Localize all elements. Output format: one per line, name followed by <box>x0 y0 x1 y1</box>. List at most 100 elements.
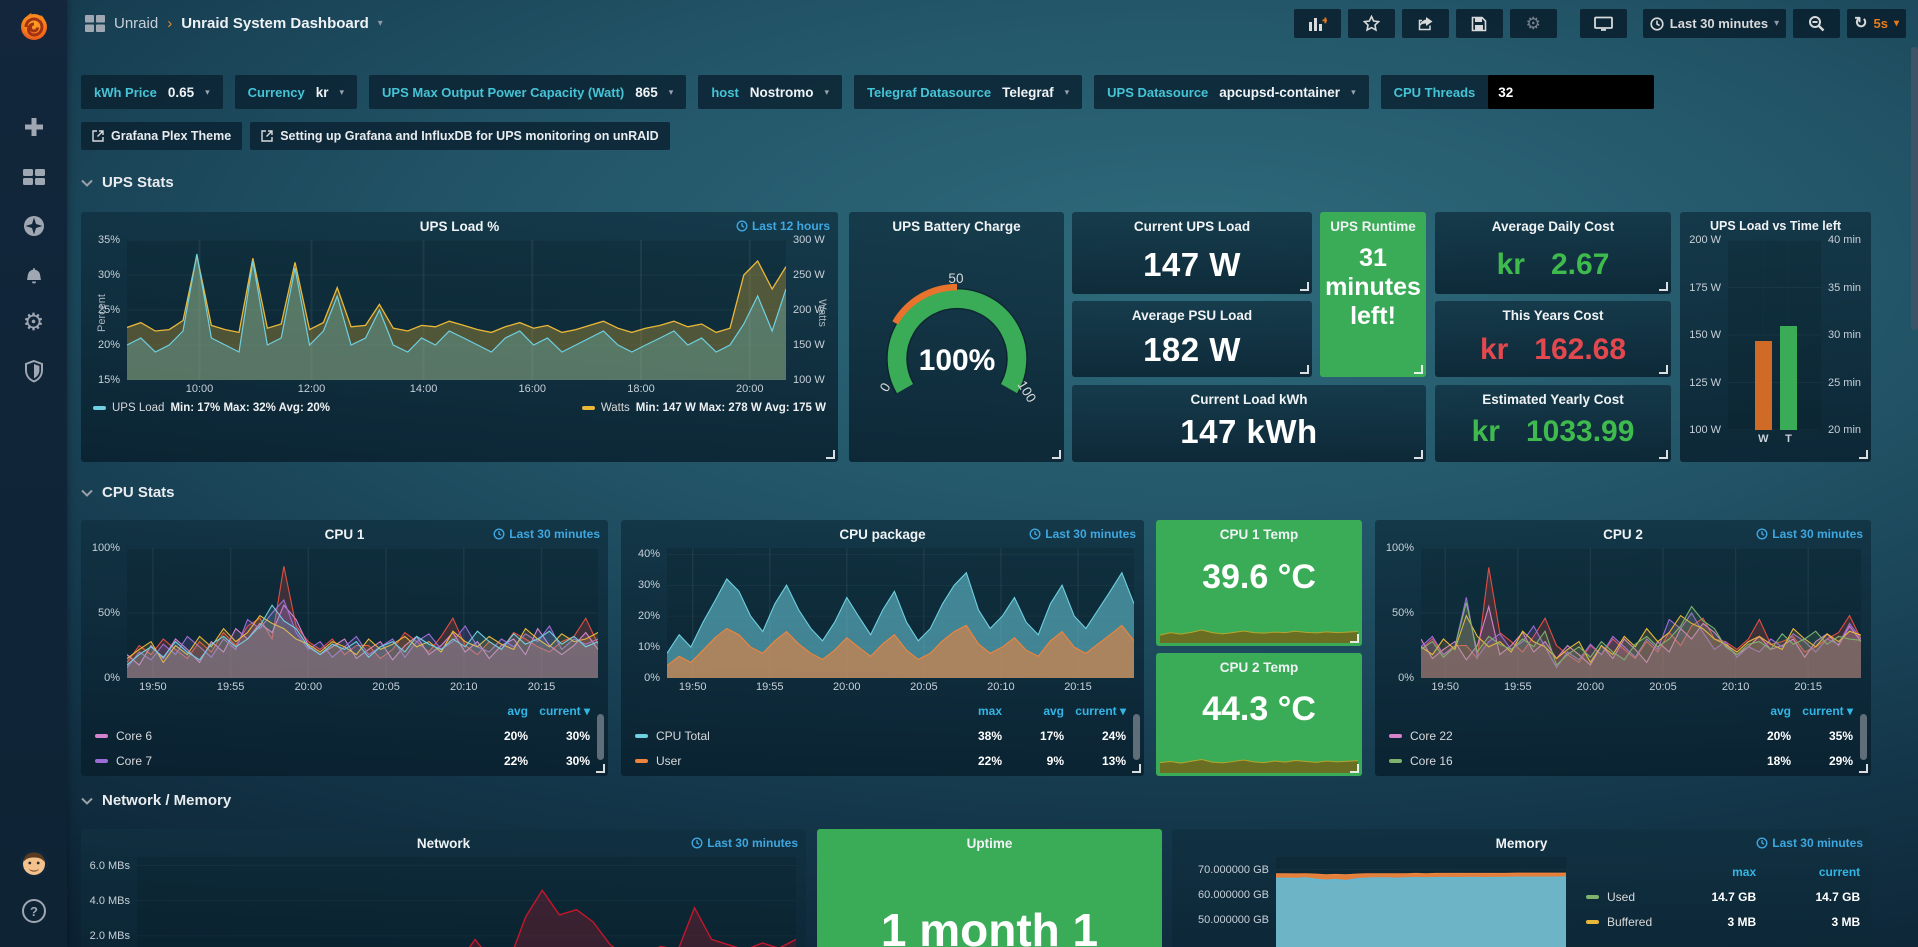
legend-series-name[interactable]: Used <box>1586 890 1652 904</box>
panel-time-range[interactable]: Last 12 hours <box>736 219 830 233</box>
create-icon[interactable] <box>0 107 67 147</box>
panel-title[interactable]: CPU package <box>839 527 925 542</box>
help-icon[interactable]: ? <box>0 891 67 931</box>
chevron-down-icon: ▾ <box>669 87 674 98</box>
alerting-bell-icon[interactable] <box>0 255 67 295</box>
panel-title[interactable]: CPU 2 Temp <box>1220 660 1299 675</box>
panel-resize-handle[interactable] <box>596 764 605 773</box>
panel-title[interactable]: Estimated Yearly Cost <box>1482 392 1624 407</box>
variable-ups-max-output[interactable]: UPS Max Output Power Capacity (Watt) 865… <box>369 75 686 109</box>
panel-resize-handle[interactable] <box>826 450 835 459</box>
link-ups-monitoring-guide[interactable]: Setting up Grafana and InfluxDB for UPS … <box>250 122 669 150</box>
panel-resize-handle[interactable] <box>1859 764 1868 773</box>
user-avatar[interactable] <box>0 843 67 883</box>
zoom-out-button[interactable] <box>1793 9 1840 38</box>
variable-kwh-price[interactable]: kWh Price 0.65 ▾ <box>81 75 223 109</box>
legend-series-name[interactable]: Core 7 <box>95 754 466 768</box>
variable-ups-datasource[interactable]: UPS Datasource apcupsd-container ▾ <box>1094 75 1368 109</box>
legend-scrollbar[interactable] <box>1860 714 1867 760</box>
panel-resize-handle[interactable] <box>1300 365 1309 374</box>
panel-resize-handle[interactable] <box>1132 764 1141 773</box>
panel-title[interactable]: CPU 1 <box>325 527 365 542</box>
panel-resize-handle[interactable] <box>1414 365 1423 374</box>
panel-title[interactable]: Memory <box>1496 836 1548 851</box>
legend-scrollbar[interactable] <box>1133 714 1140 760</box>
panel-resize-handle[interactable] <box>1350 764 1359 773</box>
legend-column-header[interactable]: current <box>1756 865 1860 879</box>
cycle-view-mode-button[interactable] <box>1580 9 1627 38</box>
section-cpu-stats[interactable]: CPU Stats <box>81 484 175 501</box>
dashboards-icon[interactable] <box>0 157 67 197</box>
panel-title[interactable]: UPS Battery Charge <box>892 219 1020 234</box>
legend-series-name[interactable]: CPU Total <box>635 729 940 743</box>
panel-title[interactable]: Uptime <box>967 836 1013 851</box>
add-panel-button[interactable] <box>1294 9 1341 38</box>
panel-title[interactable]: UPS Runtime <box>1330 219 1416 234</box>
legend-column-header[interactable]: avg <box>466 704 528 718</box>
dashboard-title[interactable]: Unraid System Dashboard <box>181 15 369 32</box>
refresh-interval-caret-icon[interactable]: ▾ <box>1894 18 1899 29</box>
panel-title[interactable]: Average Daily Cost <box>1492 219 1615 234</box>
explore-compass-icon[interactable] <box>0 206 67 246</box>
legend-column-header[interactable]: max <box>940 704 1002 718</box>
cpu-threads-input[interactable] <box>1488 75 1654 109</box>
panel-resize-handle[interactable] <box>1659 282 1668 291</box>
legend-column-header[interactable]: current ▾ <box>1064 704 1126 718</box>
refresh-button[interactable]: ↻ 5s ▾ <box>1847 9 1906 38</box>
panel-time-range[interactable]: Last 30 minutes <box>1029 527 1136 541</box>
dashboard-title-caret-icon[interactable]: ▾ <box>378 18 383 29</box>
breadcrumb-app[interactable]: Unraid <box>114 15 158 32</box>
page-scrollbar[interactable] <box>1911 47 1918 330</box>
panel-time-range[interactable]: Last 30 minutes <box>493 527 600 541</box>
dashboard-settings-button[interactable]: ⚙ <box>1510 9 1557 38</box>
panel-title[interactable]: Current UPS Load <box>1134 219 1250 234</box>
variable-telegraf-datasource[interactable]: Telegraf Datasource Telegraf ▾ <box>854 75 1082 109</box>
panel-title[interactable]: Network <box>417 836 470 851</box>
panel-time-range[interactable]: Last 30 minutes <box>1756 527 1863 541</box>
time-range-picker[interactable]: Last 30 minutes ▾ <box>1643 9 1786 38</box>
panel-resize-handle[interactable] <box>1659 365 1668 374</box>
panel-resize-handle[interactable] <box>1300 282 1309 291</box>
legend-scrollbar[interactable] <box>597 714 604 760</box>
legend-column-header[interactable]: current ▾ <box>528 704 590 718</box>
panel-time-range[interactable]: Last 30 minutes <box>1756 836 1863 850</box>
legend-column-header[interactable]: avg <box>1729 704 1791 718</box>
legend-column-header[interactable]: max <box>1652 865 1756 879</box>
panel-time-range[interactable]: Last 30 minutes <box>691 836 798 850</box>
configuration-gear-icon[interactable]: ⚙ <box>0 303 67 343</box>
panel-title[interactable]: CPU 2 <box>1603 527 1643 542</box>
legend-column-header[interactable]: avg <box>1002 704 1064 718</box>
save-dashboard-button[interactable] <box>1456 9 1503 38</box>
share-dashboard-button[interactable] <box>1402 9 1449 38</box>
panel-resize-handle[interactable] <box>1052 450 1061 459</box>
panel-title[interactable]: CPU 1 Temp <box>1220 527 1299 542</box>
panel-title[interactable]: UPS Load vs Time left <box>1710 219 1841 233</box>
variable-host[interactable]: host Nostromo ▾ <box>698 75 842 109</box>
link-grafana-plex-theme[interactable]: Grafana Plex Theme <box>81 122 242 150</box>
legend-swatch <box>1586 895 1599 899</box>
legend-series-name[interactable]: UPS Load <box>112 402 164 414</box>
panel-resize-handle[interactable] <box>1859 450 1868 459</box>
legend-series-name[interactable]: Core 22 <box>1389 729 1729 743</box>
panel-title[interactable]: Average PSU Load <box>1132 308 1252 323</box>
legend-series-name[interactable]: User <box>635 754 940 768</box>
panel-resize-handle[interactable] <box>1414 450 1423 459</box>
section-ups-stats[interactable]: UPS Stats <box>81 174 174 191</box>
panel-resize-handle[interactable] <box>1659 450 1668 459</box>
panel-resize-handle[interactable] <box>1350 634 1359 643</box>
legend-series-name[interactable]: Buffered <box>1586 915 1652 929</box>
star-dashboard-button[interactable] <box>1348 9 1395 38</box>
legend-series-name[interactable]: Core 16 <box>1389 754 1729 768</box>
refresh-interval-label[interactable]: 5s <box>1874 16 1888 31</box>
legend-column-header[interactable]: current ▾ <box>1791 704 1853 718</box>
panel-title[interactable]: UPS Load % <box>420 219 500 234</box>
breadcrumb: Unraid › Unraid System Dashboard ▾ <box>85 15 383 32</box>
grafana-logo-icon[interactable] <box>0 4 67 48</box>
legend-series-name[interactable]: Watts <box>601 402 630 414</box>
section-network-memory[interactable]: Network / Memory <box>81 792 231 809</box>
server-admin-shield-icon[interactable] <box>0 351 67 391</box>
panel-title[interactable]: Current Load kWh <box>1191 392 1308 407</box>
variable-currency[interactable]: Currency kr ▾ <box>235 75 357 109</box>
legend-series-name[interactable]: Core 6 <box>95 729 466 743</box>
panel-title[interactable]: This Years Cost <box>1502 308 1603 323</box>
